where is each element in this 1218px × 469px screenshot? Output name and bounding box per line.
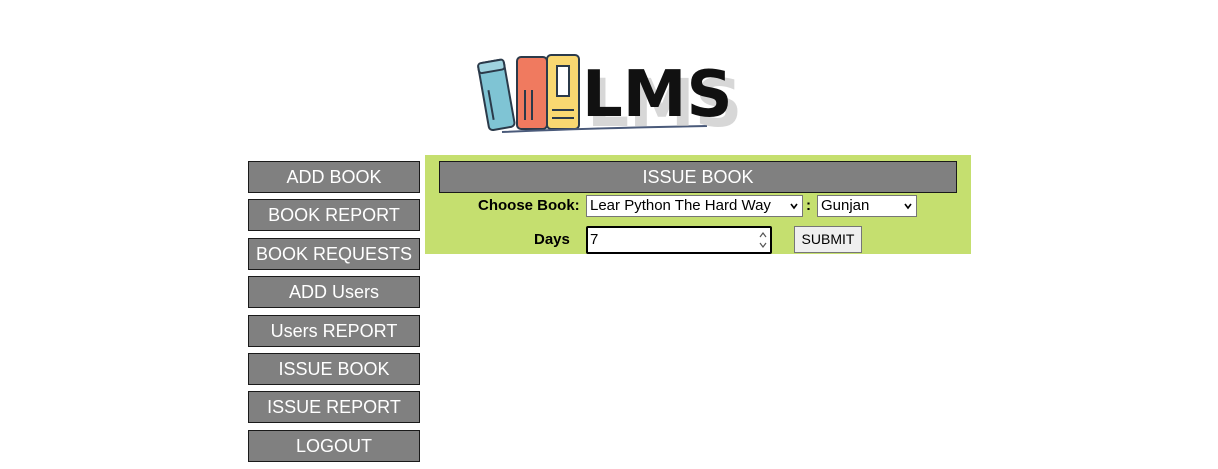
days-label: Days	[534, 231, 570, 248]
issue-book-button[interactable]: ISSUE BOOK	[248, 353, 420, 385]
issue-book-panel: ISSUE BOOK Choose Book: Lear Python The …	[425, 155, 971, 254]
user-select-value: Gunjan	[821, 197, 870, 214]
book-select[interactable]: Lear Python The Hard Way	[586, 195, 803, 217]
select-separator: :	[806, 197, 811, 214]
number-spinner-icon[interactable]	[758, 230, 768, 250]
chevron-down-icon	[790, 203, 798, 210]
issue-report-button[interactable]: ISSUE REPORT	[248, 391, 420, 423]
choose-book-label: Choose Book:	[478, 197, 580, 214]
chevron-down-icon	[904, 203, 912, 210]
logout-button[interactable]: LOGOUT	[248, 430, 420, 462]
book-requests-button[interactable]: BOOK REQUESTS	[248, 238, 420, 270]
users-report-button[interactable]: Users REPORT	[248, 315, 420, 347]
submit-button[interactable]: SUBMIT	[794, 226, 862, 253]
days-input[interactable]: 7	[586, 226, 772, 254]
logo-text: LMS	[582, 58, 733, 132]
book-report-button[interactable]: BOOK REPORT	[248, 199, 420, 231]
book-select-value: Lear Python The Hard Way	[590, 197, 771, 214]
days-value: 7	[590, 231, 599, 248]
user-select[interactable]: Gunjan	[817, 195, 917, 217]
lms-logo: LMS LMS	[472, 48, 752, 138]
panel-title: ISSUE BOOK	[439, 161, 957, 193]
add-book-button[interactable]: ADD BOOK	[248, 161, 420, 193]
add-users-button[interactable]: ADD Users	[248, 276, 420, 308]
